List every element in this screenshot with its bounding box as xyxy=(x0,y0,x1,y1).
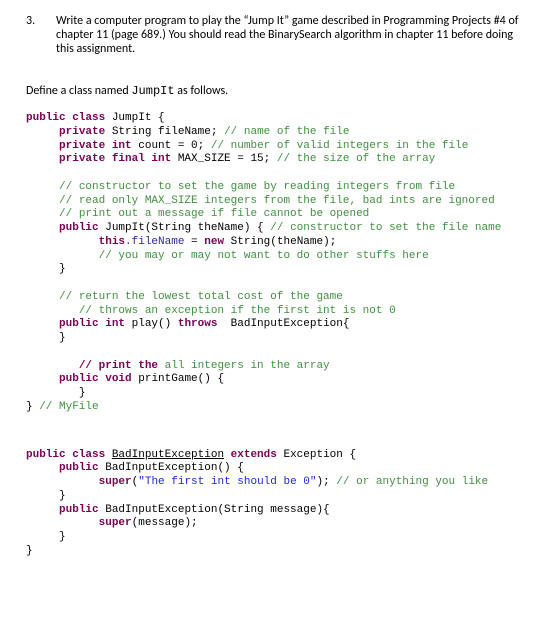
kw: super xyxy=(99,517,132,529)
question-number: 3. xyxy=(26,14,56,56)
txt: Exception { xyxy=(277,449,356,461)
kw: this xyxy=(99,236,125,248)
comment: all integers in the array xyxy=(158,360,330,372)
comment: // print out a message if file cannot be… xyxy=(59,208,369,220)
kw: public class xyxy=(26,112,105,124)
define-line: Define a class named JumpIt as follows. xyxy=(26,84,530,98)
code-block-exception: public class BadInputException extends E… xyxy=(26,449,530,559)
txt: play() xyxy=(125,318,178,330)
txt: BadInputException{ xyxy=(217,318,349,330)
txt: (message); xyxy=(132,517,198,529)
txt: } xyxy=(26,401,39,413)
txt: BadInputException(String message){ xyxy=(99,504,330,516)
txt: BadInputException() { xyxy=(99,462,244,474)
txt: } xyxy=(59,531,66,543)
txt: = xyxy=(184,236,204,248)
txt xyxy=(105,449,112,461)
kw: new xyxy=(204,236,224,248)
kw: extends xyxy=(231,449,277,461)
kw: // print the xyxy=(79,360,158,372)
txt: MAX_SIZE = 15; xyxy=(171,153,277,165)
txt: JumpIt { xyxy=(105,112,164,124)
kw: public int xyxy=(59,318,125,330)
define-pre: Define a class named xyxy=(26,84,131,98)
field: .fileName xyxy=(125,236,184,248)
txt: } xyxy=(26,545,33,557)
comment: // number of valid integers in the file xyxy=(211,140,468,152)
question-text: Write a computer program to play the “Ju… xyxy=(56,14,530,56)
txt: } xyxy=(59,332,66,344)
comment: // you may or may not want to do other s… xyxy=(99,250,429,262)
kw: private int xyxy=(59,140,132,152)
txt: } xyxy=(79,387,86,399)
comment: // constructor to set the game by readin… xyxy=(59,181,455,193)
comment: // or anything you like xyxy=(336,476,488,488)
txt: } xyxy=(59,263,66,275)
txt: JumpIt(String theName) { xyxy=(99,222,271,234)
txt: printGame() { xyxy=(132,373,224,385)
txt: ); xyxy=(316,476,336,488)
document-page: 3. Write a computer program to play the … xyxy=(0,0,556,573)
txt: count = 0; xyxy=(132,140,211,152)
kw: public void xyxy=(59,373,132,385)
question-block: 3. Write a computer program to play the … xyxy=(26,14,530,56)
kw: super xyxy=(99,476,132,488)
comment: // read only MAX_SIZE integers from the … xyxy=(59,195,495,207)
kw: public class xyxy=(26,449,105,461)
txt: String fileName; xyxy=(105,126,224,138)
comment: // throws an exception if the first int … xyxy=(79,305,396,317)
comment: // return the lowest total cost of the g… xyxy=(59,291,343,303)
txt: } xyxy=(59,490,66,502)
comment: // constructor to set the file name xyxy=(270,222,501,234)
kw: throws xyxy=(178,318,218,330)
classname-ul: BadInputException xyxy=(112,449,224,461)
kw: private final int xyxy=(59,153,171,165)
kw: public xyxy=(59,462,99,474)
kw: private xyxy=(59,126,105,138)
string-literal: "The first int should be 0" xyxy=(138,476,316,488)
txt xyxy=(224,449,231,461)
code-block-jumpit: public class JumpIt { private String fil… xyxy=(26,112,530,415)
comment: // name of the file xyxy=(224,126,349,138)
kw: public xyxy=(59,222,99,234)
comment: // the size of the array xyxy=(277,153,435,165)
define-classname: JumpIt xyxy=(131,84,174,98)
kw: public xyxy=(59,504,99,516)
txt: String(theName); xyxy=(224,236,336,248)
comment: // MyFile xyxy=(39,401,98,413)
define-post: as follows. xyxy=(175,84,229,98)
